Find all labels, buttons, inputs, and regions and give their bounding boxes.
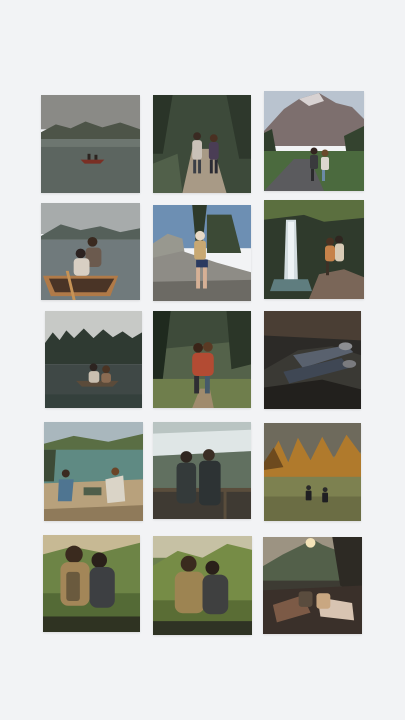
couple-sitting-mountain-view-photo[interactable] [153,536,252,635]
hands-holding-mugs-sunset-photo[interactable] [263,537,362,634]
couple-at-overlook-railing-photo[interactable] [153,422,251,519]
couple-hiking-autumn-meadow-photo[interactable] [264,423,361,521]
couple-on-boulder-photo[interactable] [153,205,251,301]
couple-sitting-sunset-photo[interactable] [43,535,140,632]
canoe-misty-lake-photo[interactable] [45,311,142,408]
couple-embracing-forest-photo[interactable] [153,311,251,408]
couple-at-waterfall-photo[interactable] [264,200,364,299]
couple-walking-forest-trail-photo[interactable] [153,95,251,193]
couple-in-canoe-photo[interactable] [41,203,140,300]
couple-resting-feet-photo[interactable] [264,311,361,409]
couple-on-mountain-road-photo[interactable] [264,91,364,191]
canoe-on-lake-photo[interactable] [41,95,140,193]
photo-grid-screen [0,0,405,720]
camp-chairs-lakeside-photo[interactable] [44,422,143,521]
